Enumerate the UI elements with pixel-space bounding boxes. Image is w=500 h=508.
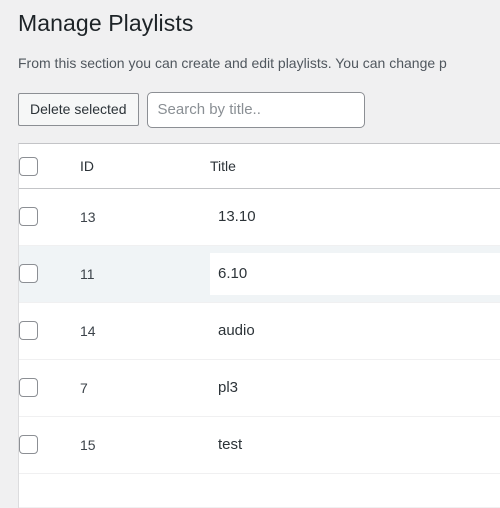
toolbar: Delete selected bbox=[0, 74, 500, 128]
table-row[interactable]: 11 bbox=[19, 245, 500, 303]
table-row[interactable]: 13 bbox=[19, 188, 500, 246]
row-select-cell bbox=[19, 302, 80, 360]
row-select-cell bbox=[19, 188, 80, 246]
row-checkbox[interactable] bbox=[19, 207, 38, 227]
table-row[interactable]: 14 bbox=[19, 302, 500, 360]
row-title-input[interactable] bbox=[210, 309, 500, 352]
column-header-select-all bbox=[19, 143, 80, 189]
table-bottom-edge bbox=[19, 473, 500, 508]
row-title-cell bbox=[210, 245, 500, 303]
row-title-cell bbox=[210, 359, 500, 417]
column-header-id[interactable]: ID bbox=[80, 143, 210, 189]
manage-playlists-page: Manage Playlists From this section you c… bbox=[0, 0, 500, 508]
row-title-input[interactable] bbox=[210, 195, 500, 238]
row-title-cell bbox=[210, 188, 500, 246]
row-checkbox[interactable] bbox=[19, 435, 38, 455]
search-input[interactable] bbox=[146, 91, 365, 128]
row-id-cell: 11 bbox=[80, 245, 210, 303]
row-title-input[interactable] bbox=[210, 423, 500, 466]
row-checkbox[interactable] bbox=[19, 378, 38, 398]
row-checkbox[interactable] bbox=[19, 321, 38, 341]
select-all-checkbox[interactable] bbox=[19, 156, 38, 176]
table-row[interactable]: 7 bbox=[19, 359, 500, 417]
table-body: 13 11 bbox=[19, 188, 500, 474]
table-header: ID Title bbox=[19, 143, 500, 189]
row-checkbox[interactable] bbox=[19, 264, 38, 284]
playlists-table: ID Title 13 13.10 11 6.10 14 audio 7 pl3… bbox=[19, 143, 500, 474]
row-select-cell bbox=[19, 416, 80, 474]
row-title-input[interactable] bbox=[210, 366, 500, 409]
row-select-cell bbox=[19, 359, 80, 417]
page-title: Manage Playlists bbox=[18, 10, 194, 36]
row-title-cell bbox=[210, 416, 500, 474]
row-id-cell: 15 bbox=[80, 416, 210, 474]
row-id-cell: 14 bbox=[80, 302, 210, 360]
table-header-row: ID Title bbox=[19, 143, 500, 189]
row-title-input[interactable] bbox=[210, 252, 500, 295]
row-id-cell: 13 bbox=[80, 188, 210, 246]
row-select-cell bbox=[19, 245, 80, 303]
row-title-cell bbox=[210, 302, 500, 360]
table-row[interactable]: 15 bbox=[19, 416, 500, 474]
page-description: From this section you can create and edi… bbox=[18, 54, 447, 71]
row-id-cell: 7 bbox=[80, 359, 210, 417]
playlists-table-container: ID Title 13 13.10 11 6.10 14 audio 7 pl3… bbox=[18, 142, 500, 508]
delete-selected-button[interactable]: Delete selected bbox=[18, 93, 139, 127]
column-header-title[interactable]: Title bbox=[210, 143, 500, 189]
